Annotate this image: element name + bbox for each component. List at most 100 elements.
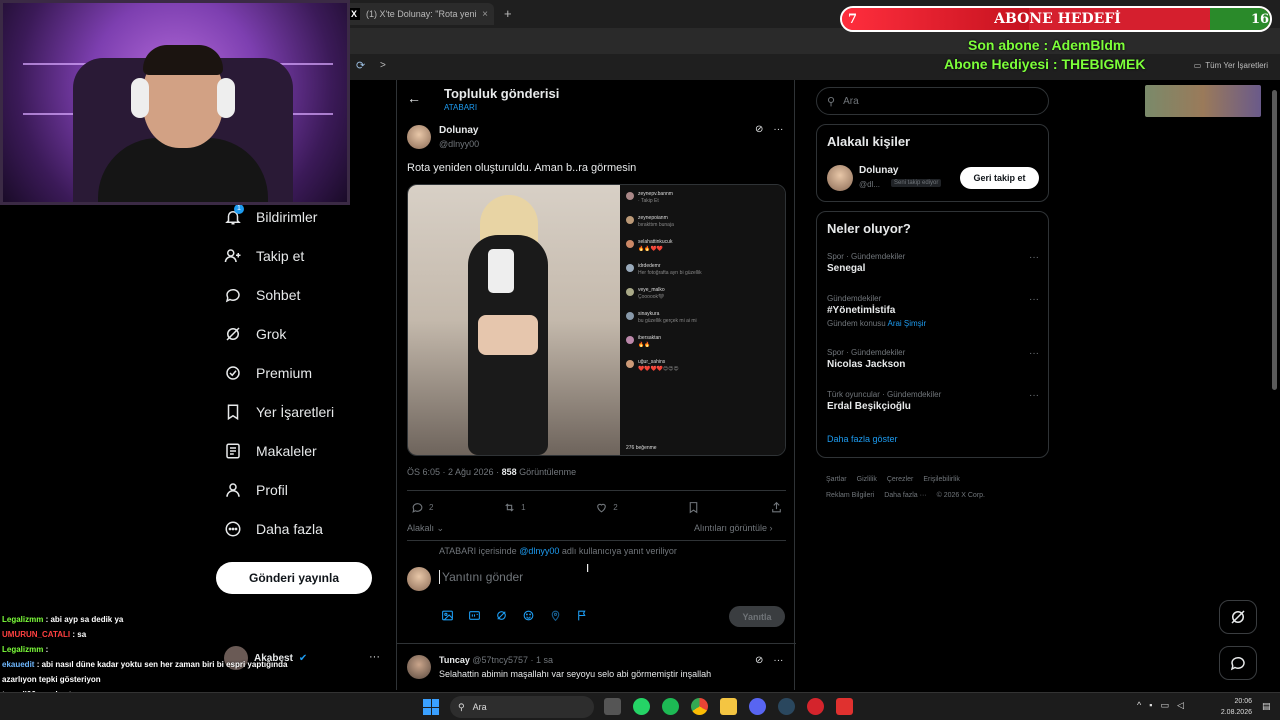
task-view-icon[interactable] [604,698,621,715]
grok-icon[interactable]: ⊘ [755,655,763,666]
gif-icon[interactable] [468,609,481,622]
clock[interactable]: 20:06 2.08.2026 [1216,696,1252,718]
sort-relevance-dropdown[interactable]: Alakalı ⌄ [407,523,444,534]
emoji-icon[interactable] [522,609,535,622]
reply-context: ATABARI içerisinde @dlnyy00 adlı kullanı… [439,546,677,556]
more-icon[interactable]: ··· [773,655,783,666]
volume-icon[interactable]: ◁ [1177,700,1184,711]
grok-icon[interactable]: ⊘ [755,124,763,135]
taskbar-search-label: Ara [472,702,487,712]
bookmark-button[interactable] [687,501,700,514]
grok-icon[interactable] [495,609,508,622]
nav-item-9[interactable]: Daha fazla [224,520,323,538]
chrome-icon[interactable] [691,698,708,715]
nav-item-label: Grok [256,326,287,342]
nav-item-6[interactable]: Yer İşaretleri [224,403,334,421]
more-icon[interactable]: ··· [1029,390,1039,401]
discord-icon[interactable] [749,698,766,715]
reply-submit-button[interactable]: Yanıtla [729,606,785,627]
notification-badge: 1 [234,204,244,214]
grok-floating-button[interactable] [1219,600,1257,634]
search-box[interactable]: ⚲ [816,87,1049,115]
search-icon: ⚲ [827,95,836,108]
notifications-icon[interactable]: ▤ [1262,701,1271,712]
bookmark-favicon-icon[interactable]: ⟳ [356,59,365,72]
nav-item-7[interactable]: Makaleler [224,442,317,460]
nav-item-4[interactable]: Grok [224,325,286,343]
next-post-author[interactable]: Tuncay @57tncy5757 · 1 sa [439,655,553,665]
more-icon[interactable]: ··· [1029,252,1039,263]
next-post-author-meta: @57tncy5757 · 1 sa [469,655,554,665]
image-icon[interactable] [441,609,454,622]
footer-link[interactable]: Reklam Bilgileri [826,492,874,499]
search-input[interactable] [843,95,1034,107]
reply-mention[interactable]: @dlnyy00 [519,546,559,556]
chat-text: abi nasıl düne kadar yoktu sen her zaman… [41,660,288,669]
related-handle[interactable]: @dl... [859,180,880,189]
community-name[interactable]: ATABARI [444,103,477,112]
more-icon[interactable]: ··· [773,124,783,135]
comment-user: uğur_sahins [638,359,666,365]
views-count: 858 [501,467,517,477]
repost-button[interactable]: 1 [503,501,526,514]
spotify-icon[interactable] [662,698,679,715]
messages-floating-button[interactable] [1219,646,1257,680]
author-name[interactable]: Dolunay [439,125,478,136]
taskbar-search[interactable]: ⚲ Ara [450,696,594,718]
nav-item-5[interactable]: Premium [224,364,312,382]
nav-item-8[interactable]: Profil [224,481,288,499]
app-icon[interactable] [836,698,853,715]
trend-item[interactable]: Türk oyuncular · Gündemdekiler Erdal Beşi… [827,390,1039,412]
start-button[interactable] [423,699,439,715]
post-timestamp[interactable]: ÖS 6:05 · 2 Ağu 2026 · [407,467,502,477]
related-avatar[interactable] [827,165,853,191]
nav-item-2[interactable]: Takip et [224,247,304,265]
reply-button[interactable]: 2 [411,501,433,514]
more-icon[interactable]: ··· [1029,294,1039,305]
next-post-avatar[interactable] [407,655,431,679]
footer-link[interactable]: Daha fazla ··· [884,492,926,499]
footer-link[interactable]: Çerezler [887,476,913,483]
share-button[interactable] [770,501,783,514]
tray-chevron-icon[interactable]: ^ [1137,700,1141,711]
trend-context-link[interactable]: Arai Şimşir [887,319,926,328]
new-tab-button[interactable]: + [504,6,512,21]
chat-app-icon[interactable] [807,698,824,715]
chat-text: abi ayp sa dedik ya [50,615,124,624]
tray-app-icon[interactable]: ▪ [1149,700,1152,711]
file-explorer-icon[interactable] [720,698,737,715]
footer-link[interactable]: Erişilebilirlik [923,476,960,483]
whatsapp-icon[interactable] [633,698,650,715]
footer-link[interactable]: Gizlilik [857,476,877,483]
post-media[interactable]: zeynepv.bannm · Takip Et zeynepoianm bırakt… [407,184,786,456]
bookmark-chevron-icon[interactable]: > [380,60,386,71]
account-more-icon[interactable]: ··· [369,651,380,663]
trend-item[interactable]: Gündemdekiler #Yönetimİstifa Gündem konusu… [827,294,1039,328]
nav-item-1[interactable]: 1 Bildirimler [224,204,317,226]
follow-back-button[interactable]: Geri takip et [960,167,1039,189]
network-icon[interactable]: ▭ [1160,700,1169,711]
back-arrow-icon[interactable]: ← [407,90,421,106]
tab-close-icon[interactable]: × [482,9,488,20]
browser-tab[interactable]: X (1) X'te Dolunay: "Rota yeniden × [342,3,494,25]
flag-icon[interactable] [576,609,589,622]
footer-link[interactable]: Şartlar [826,476,847,483]
trend-item[interactable]: Spor · Gündemdekiler Senegal ··· [827,252,1039,274]
author-handle[interactable]: @dlnyy00 [439,139,479,149]
all-bookmarks-button[interactable]: ▭ Tüm Yer İşaretleri [1194,61,1268,70]
show-more-link[interactable]: Daha fazla göster [827,434,898,444]
like-button[interactable]: 2 [595,501,618,514]
nav-item-3[interactable]: Sohbet [224,286,300,304]
author-avatar[interactable] [407,125,431,149]
view-quotes-link[interactable]: Alıntıları görüntüle › [694,523,773,533]
more-icon[interactable]: ··· [1029,348,1039,359]
page-scrollbar[interactable] [1270,80,1278,690]
steam-icon[interactable] [778,698,795,715]
chat-text: azarlıyon tepki gösteriyon [2,675,101,684]
grok-icon [1231,610,1245,624]
my-avatar [407,567,431,591]
trend-item[interactable]: Spor · Gündemdekiler Nicolas Jackson ··· [827,348,1039,370]
post-button[interactable]: Gönderi yayınla [216,562,372,594]
footer-link[interactable]: © 2026 X Corp. [937,492,985,499]
related-name[interactable]: Dolunay [859,165,898,176]
